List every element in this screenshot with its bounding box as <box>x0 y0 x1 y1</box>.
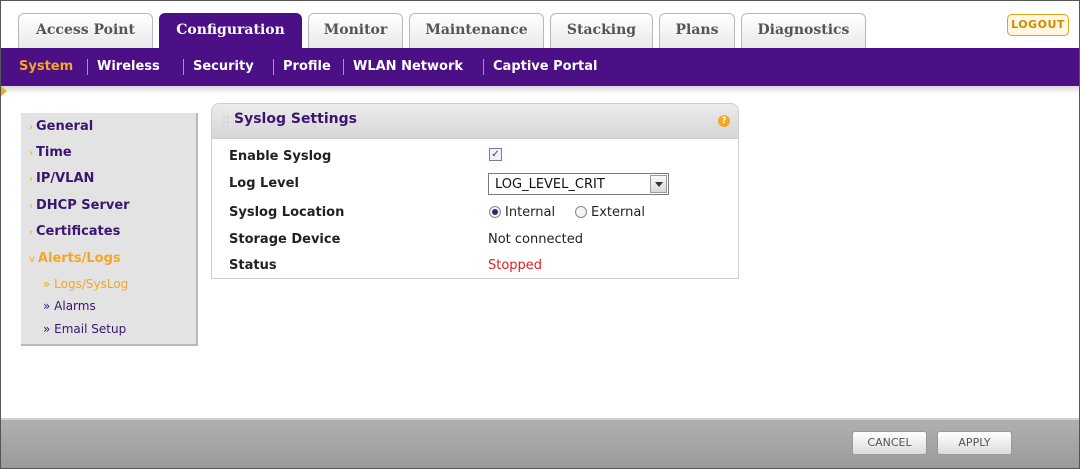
question-icon[interactable]: ? <box>718 115 730 127</box>
footer-bar: CANCEL APPLY <box>1 418 1079 468</box>
subnav-profile[interactable]: Profile <box>283 59 331 74</box>
menu-item-general[interactable]: › General <box>29 119 93 134</box>
menu-item-time[interactable]: › Time <box>29 145 72 160</box>
submenu-item-alarms[interactable]: » Alarms <box>43 299 96 313</box>
subnav-separator <box>87 59 88 75</box>
submenu-item-logs-syslog[interactable]: » Logs/SysLog <box>43 277 128 291</box>
subnav-separator <box>183 59 184 75</box>
tab-stacking[interactable]: Stacking <box>550 13 653 48</box>
subnav-wlan-network[interactable]: WLAN Network <box>353 59 463 74</box>
storage-device-value: Not connected <box>488 232 583 247</box>
syslog-location-label: Syslog Location <box>229 205 345 220</box>
subnav-wireless[interactable]: Wireless <box>97 59 160 74</box>
location-external-label: External <box>591 205 645 220</box>
subnav-captive-portal[interactable]: Captive Portal <box>493 59 597 74</box>
menu-item-label: Alerts/Logs <box>37 251 121 266</box>
log-level-value: LOG_LEVEL_CRIT <box>495 177 605 192</box>
menu-item-dhcp-server[interactable]: › DHCP Server <box>29 198 130 213</box>
main-tab-bar: Access Point Configuration Monitor Maint… <box>1 1 1079 48</box>
menu-item-ip-vlan[interactable]: › IP/VLAN <box>29 171 94 186</box>
chevron-right-icon: › <box>29 201 33 212</box>
panel-title: Syslog Settings <box>234 111 357 127</box>
menu-item-alerts-logs[interactable]: v Alerts/Logs <box>29 251 121 266</box>
chevron-right-icon: › <box>29 227 33 238</box>
tab-diagnostics[interactable]: Diagnostics <box>741 13 866 48</box>
chevron-right-icon: › <box>29 174 33 185</box>
subnav-system[interactable]: System <box>19 59 73 74</box>
menu-item-label: Certificates <box>36 224 121 239</box>
syslog-settings-panel: :: Syslog Settings ? Enable Syslog ✓ Log… <box>211 103 739 279</box>
status-label: Status <box>229 258 277 273</box>
drag-grip-icon: :: <box>222 112 231 126</box>
location-internal-label: Internal <box>505 205 556 220</box>
tab-plans[interactable]: Plans <box>659 13 735 48</box>
tab-access-point[interactable]: Access Point <box>18 13 153 48</box>
tab-monitor[interactable]: Monitor <box>308 13 403 48</box>
apply-button[interactable]: APPLY <box>937 431 1012 455</box>
status-value: Stopped <box>488 258 543 273</box>
cancel-button[interactable]: CANCEL <box>852 431 927 455</box>
tab-configuration[interactable]: Configuration <box>159 13 302 48</box>
subnav-separator <box>343 59 344 75</box>
storage-device-label: Storage Device <box>229 232 341 247</box>
menu-item-label: DHCP Server <box>36 198 130 213</box>
enable-syslog-label: Enable Syslog <box>229 149 332 164</box>
submenu-item-email-setup[interactable]: » Email Setup <box>43 322 126 336</box>
chevron-right-icon: › <box>29 122 33 133</box>
panel-header: :: Syslog Settings ? <box>212 104 738 139</box>
sub-navigation: System Wireless Security Profile WLAN Ne… <box>1 48 1079 86</box>
menu-item-label: Time <box>36 145 72 160</box>
enable-syslog-checkbox[interactable]: ✓ <box>489 148 502 161</box>
side-menu: › General › Time › IP/VLAN › DHCP Server › Ce… <box>21 113 198 346</box>
logout-button[interactable]: LOGOUT <box>1007 14 1069 36</box>
menu-item-label: IP/VLAN <box>36 171 95 186</box>
tab-maintenance[interactable]: Maintenance <box>409 13 544 48</box>
subnav-pointer-icon <box>1 86 7 96</box>
app-window: Access Point Configuration Monitor Maint… <box>0 0 1080 469</box>
log-level-select[interactable]: LOG_LEVEL_CRIT <box>488 173 669 195</box>
content-top-shadow <box>1 86 1079 94</box>
subnav-separator <box>273 59 274 75</box>
menu-item-certificates[interactable]: › Certificates <box>29 224 120 239</box>
location-internal-radio[interactable] <box>489 206 501 218</box>
location-external-radio[interactable] <box>575 206 587 218</box>
subnav-separator <box>483 59 484 75</box>
log-level-label: Log Level <box>229 176 299 191</box>
chevron-down-icon[interactable] <box>650 175 667 193</box>
subnav-security[interactable]: Security <box>193 59 254 74</box>
menu-item-label: General <box>36 119 94 134</box>
chevron-down-icon: v <box>29 254 35 265</box>
chevron-right-icon: › <box>29 148 33 159</box>
